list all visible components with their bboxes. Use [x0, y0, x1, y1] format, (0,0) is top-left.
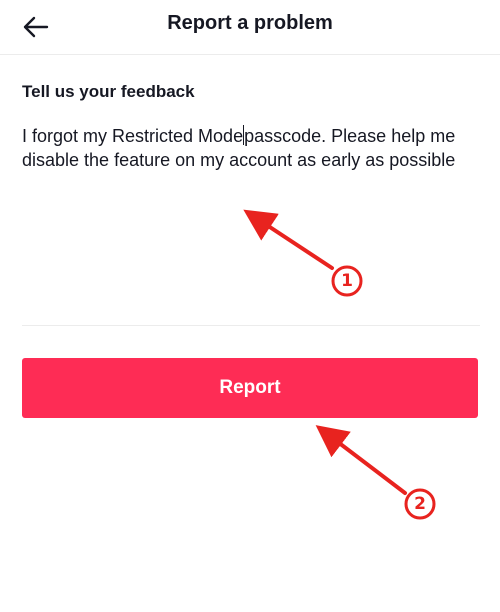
page-title: Report a problem: [167, 12, 333, 34]
report-problem-screen: Report a problem Tell us your feedback I…: [0, 0, 500, 612]
feedback-text-before-caret: I forgot my Restricted Mode: [22, 126, 244, 146]
divider: [22, 325, 480, 326]
annotation-arrow-2: [315, 425, 407, 495]
annotation-marker-2: 2: [414, 494, 426, 514]
annotation-marker-1: 1: [341, 271, 353, 291]
nav-bar: Report a problem: [0, 0, 500, 55]
feedback-heading: Tell us your feedback: [22, 82, 195, 101]
report-button[interactable]: Report: [22, 358, 478, 418]
feedback-textarea[interactable]: I forgot my Restricted Modepasscode. Ple…: [22, 124, 478, 324]
